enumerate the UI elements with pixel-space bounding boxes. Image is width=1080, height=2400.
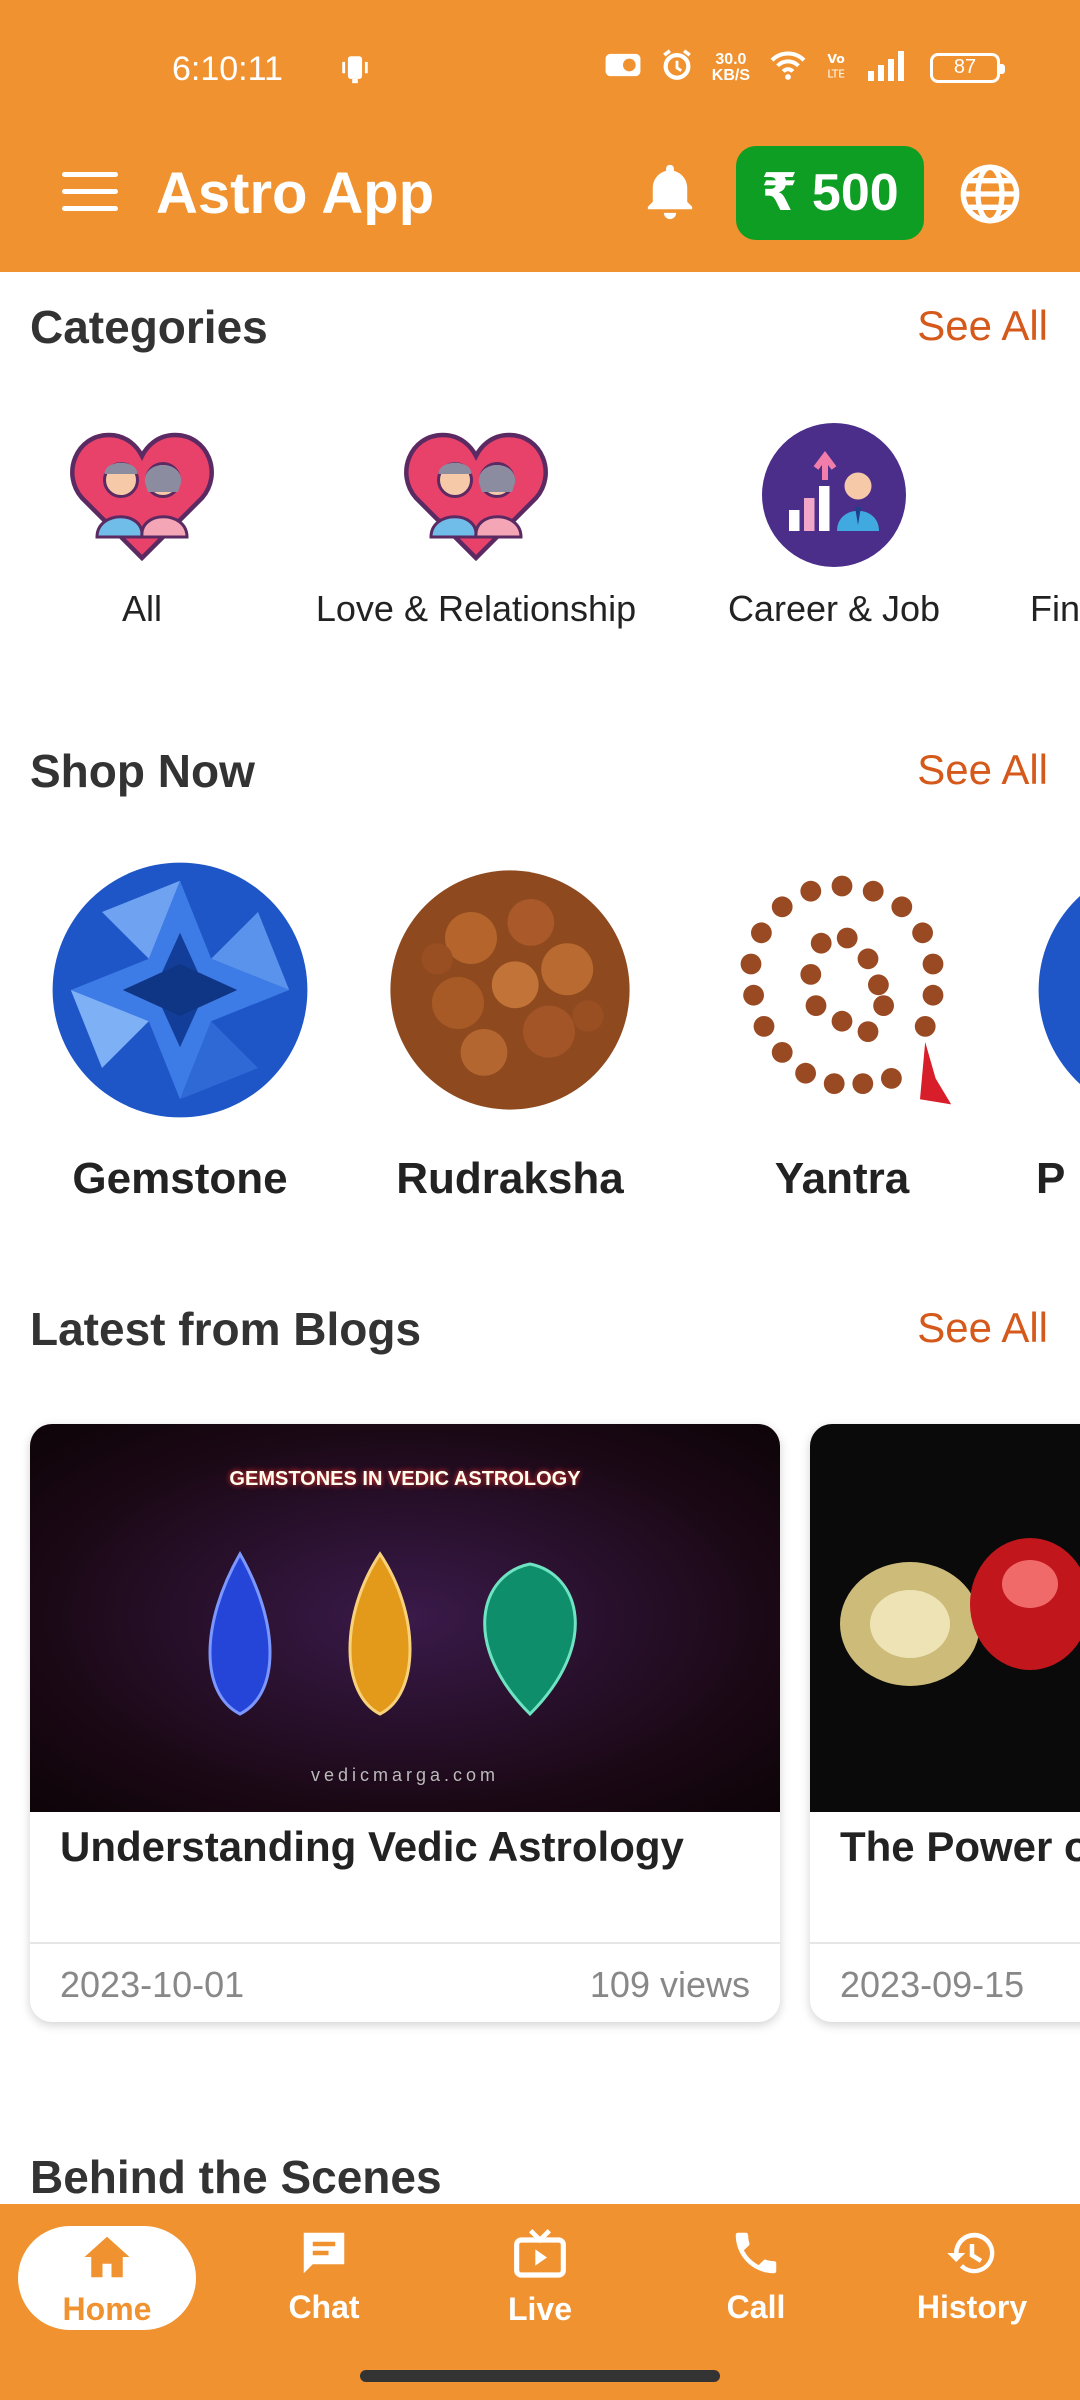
blog-image: GEMSTONES IN VEDIC ASTROLOGY vedicmarga.… (30, 1424, 780, 1812)
gemstone-image (50, 860, 310, 1120)
couple-heart-icon (67, 420, 217, 570)
phone-vibrate-icon (338, 52, 372, 91)
category-finance[interactable]: Fin (1030, 420, 1080, 630)
categories-title: Categories (30, 301, 268, 353)
blog-meta: 2023-09-15 (810, 1942, 1080, 2022)
net-speed-unit: KB/S (711, 66, 750, 84)
nav-history[interactable]: History (882, 2226, 1062, 2326)
svg-text:LTE: LTE (827, 67, 845, 80)
wallet-balance-button[interactable]: ₹ 500 (736, 146, 924, 240)
rudraksha-image (380, 860, 640, 1120)
nav-call[interactable]: Call (666, 2226, 846, 2326)
status-time: 6:10:11 (172, 50, 283, 88)
gemstone-image (1036, 860, 1080, 1120)
net-speed: 30.0 KB/S (711, 50, 750, 84)
career-growth-icon (759, 420, 909, 570)
mala-beads-image (712, 860, 972, 1120)
blog-card[interactable]: The Power o Astrology 2023-09-15 (810, 1424, 1080, 2022)
shop-label: P (1036, 1154, 1066, 1203)
nav-label: Call (726, 2289, 786, 2325)
net-speed-value: 30.0 (715, 50, 747, 68)
blog-image-footer: vedicmarga.com (310, 1765, 500, 1785)
category-career-job[interactable]: Career & Job (714, 420, 954, 630)
volte-icon: Vo LTE (826, 49, 850, 86)
shop-label: Gemstone (72, 1154, 288, 1203)
behind-the-scenes-title: Behind the Scenes (30, 2151, 442, 2203)
shop-title: Shop Now (30, 745, 255, 797)
category-label: Career & Job (727, 588, 941, 629)
home-icon (18, 2232, 196, 2287)
nav-label: History (916, 2289, 1028, 2325)
shop-label: Rudraksha (396, 1154, 624, 1203)
signal-icon (868, 49, 912, 86)
shop-label: Yantra (774, 1154, 910, 1203)
alarm-icon (660, 48, 694, 87)
nav-live[interactable]: Live (450, 2226, 630, 2328)
blog-date: 2023-10-01 (60, 1964, 245, 2005)
shop-item-yantra[interactable]: Yantra (712, 860, 972, 1204)
blog-image-heading: GEMSTONES IN VEDIC ASTROLOGY (229, 1468, 581, 1490)
nav-chat[interactable]: Chat (234, 2226, 414, 2326)
blog-card[interactable]: GEMSTONES IN VEDIC ASTROLOGY vedicmarga.… (30, 1424, 780, 2022)
blogs-title: Latest from Blogs (30, 1303, 422, 1355)
nav-home[interactable]: Home (18, 2226, 196, 2330)
nav-label: Home (62, 2291, 152, 2327)
shop-item-partial[interactable]: P (1036, 860, 1080, 1204)
bell-icon[interactable] (640, 160, 700, 229)
battery-indicator: 87 (930, 52, 1005, 83)
nav-label: Live (507, 2291, 573, 2327)
blog-title: Understanding Vedic Astrology (60, 1823, 684, 1870)
category-all[interactable]: All (42, 420, 242, 630)
app-title: Astro App (156, 161, 435, 226)
status-right: 30.0 KB/S Vo LTE 87 (604, 48, 1005, 87)
blog-meta: 2023-10-01 109 views (30, 1942, 780, 2022)
shop-item-rudraksha[interactable]: Rudraksha (380, 860, 640, 1204)
category-label: All (121, 588, 162, 629)
notification-badge-icon (604, 50, 642, 85)
category-love-relationship[interactable]: Love & Relationship (306, 420, 646, 630)
nav-label: Chat (288, 2289, 360, 2325)
category-label: Love & Relationship (315, 588, 637, 629)
blog-views: 109 views (589, 1964, 750, 2005)
categories-see-all-link[interactable]: See All (917, 302, 1048, 350)
blogs-see-all-link[interactable]: See All (917, 1304, 1048, 1352)
couple-heart-icon (401, 420, 551, 570)
bottom-navigation: Home Chat Live Call History (0, 2204, 1080, 2400)
hamburger-menu-icon[interactable] (62, 172, 118, 212)
blog-date: 2023-09-15 (840, 1964, 1025, 2005)
chat-icon (234, 2226, 414, 2285)
svg-text:Vo: Vo (827, 51, 845, 66)
live-tv-icon (450, 2226, 630, 2287)
phone-icon (666, 2226, 846, 2285)
screen: 6:10:11 30.0 KB/S Vo LTE 87 Astro App ₹ … (0, 0, 1080, 2400)
wifi-icon (768, 49, 808, 86)
blog-image (810, 1424, 1080, 1812)
shop-see-all-link[interactable]: See All (917, 746, 1048, 794)
top-bar: 6:10:11 30.0 KB/S Vo LTE 87 Astro App ₹ … (0, 0, 1080, 272)
blog-title: The Power o Astrology (840, 1823, 1080, 1870)
language-globe-icon[interactable] (958, 162, 1022, 231)
category-label: Fin (1030, 588, 1080, 629)
shop-item-gemstone[interactable]: Gemstone (50, 860, 310, 1204)
gesture-bar[interactable] (360, 2370, 720, 2382)
history-icon (882, 2226, 1062, 2285)
